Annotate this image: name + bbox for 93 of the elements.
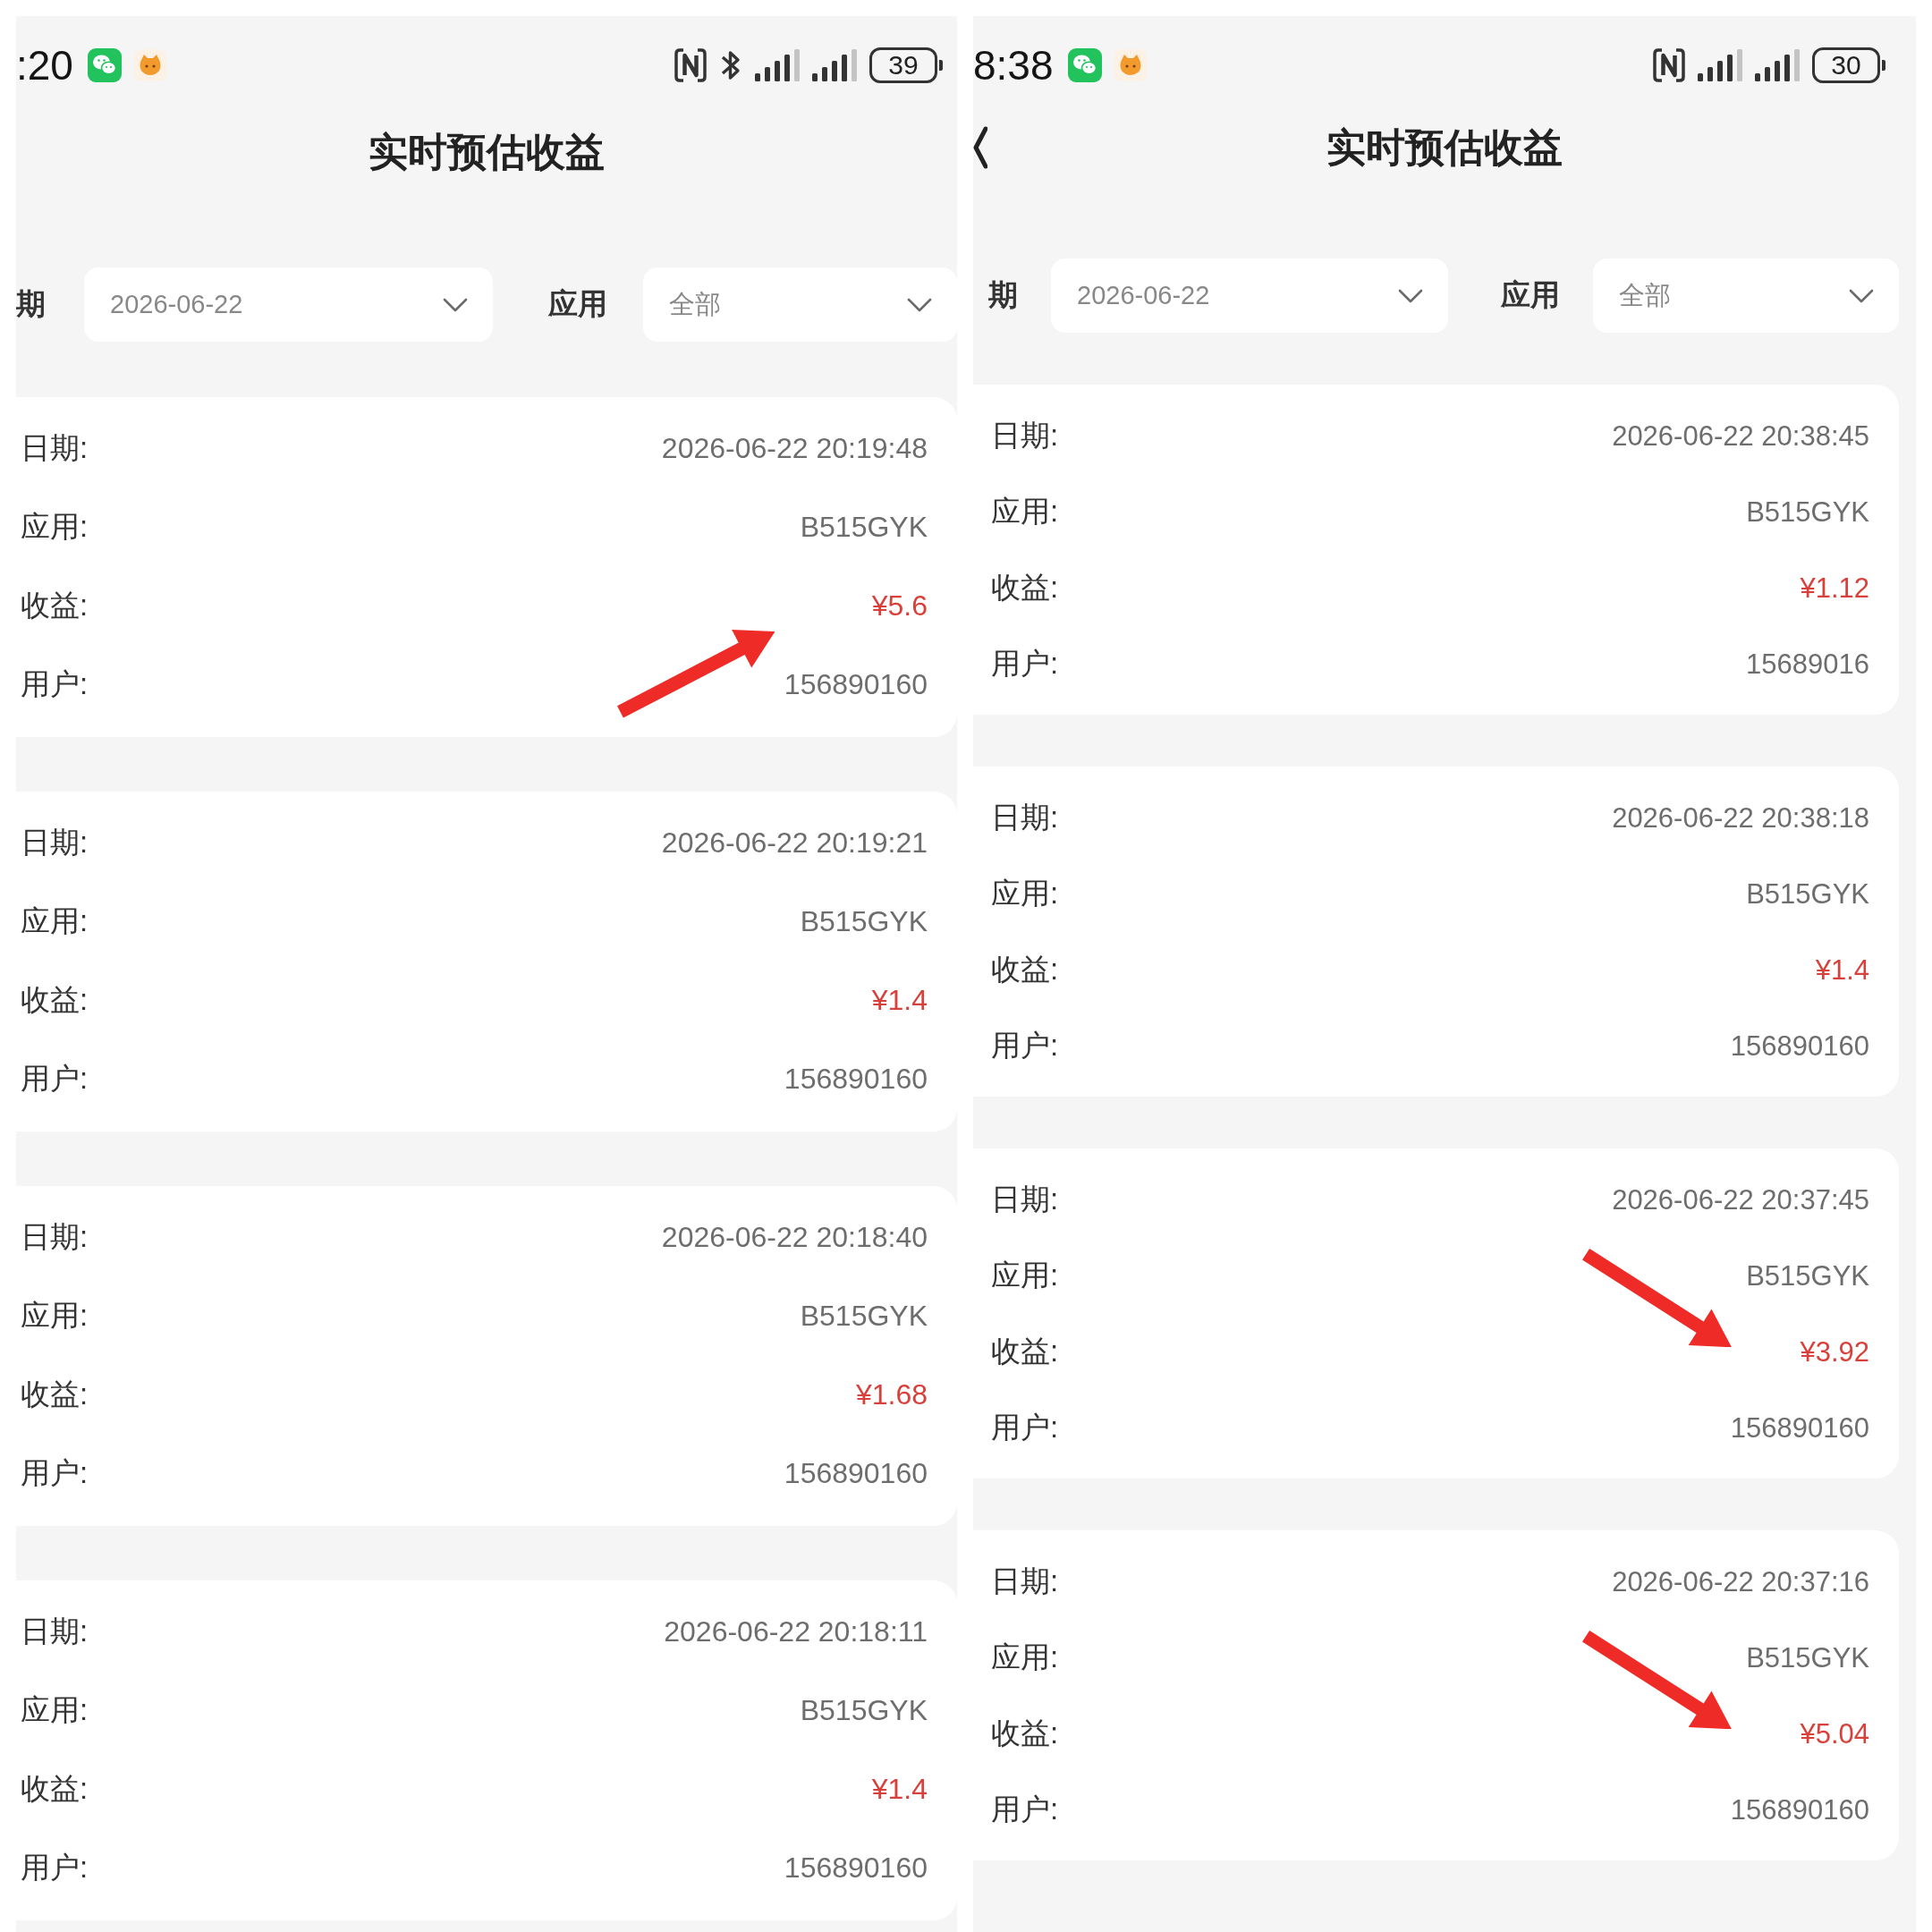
field-value: 2026-06-22 20:18:11 xyxy=(664,1614,928,1648)
status-time: :20 xyxy=(16,45,73,86)
battery-indicator: 39 xyxy=(869,47,943,83)
field-value: B515GYK xyxy=(800,510,928,544)
field-value: 2026-06-22 20:37:16 xyxy=(1612,1565,1869,1598)
signal-icon xyxy=(1698,49,1742,81)
chat-bubbles-icon xyxy=(1067,48,1102,82)
date-dropdown[interactable]: 2026-06-22 xyxy=(1051,258,1448,333)
field-value: 156890160 xyxy=(784,1851,928,1885)
field-label: 应用: xyxy=(991,494,1059,530)
field-value: 2026-06-22 20:37:45 xyxy=(1612,1183,1869,1216)
field-value: B515GYK xyxy=(1746,1259,1869,1292)
nfc-icon xyxy=(1653,47,1685,83)
battery-indicator: 30 xyxy=(1812,47,1885,83)
field-value: B515GYK xyxy=(1746,496,1869,529)
field-label: 日期: xyxy=(21,824,89,860)
field-value: 15689016 xyxy=(1746,648,1869,681)
field-label: 收益: xyxy=(991,1716,1059,1751)
field-label: 收益: xyxy=(21,587,89,623)
field-label: 日期: xyxy=(21,1218,89,1255)
back-icon[interactable] xyxy=(973,126,987,169)
field-value: B515GYK xyxy=(800,904,928,938)
signal-icon xyxy=(755,49,800,81)
field-label: 收益: xyxy=(21,981,89,1018)
status-time: 8:38 xyxy=(973,45,1054,86)
filter-label: 期 xyxy=(16,286,46,322)
field-value: 2026-06-22 20:19:48 xyxy=(661,431,928,465)
field-label: 日期: xyxy=(991,1563,1059,1599)
field-label: 收益: xyxy=(21,1770,89,1807)
field-label: 收益: xyxy=(21,1376,89,1412)
field-value: B515GYK xyxy=(800,1299,928,1333)
field-label: 用户: xyxy=(21,1849,89,1885)
field-label: 收益: xyxy=(991,1334,1059,1369)
field-value: 156890160 xyxy=(784,667,928,701)
field-value: 2026-06-22 20:18:40 xyxy=(661,1220,928,1254)
field-value: 156890160 xyxy=(1730,1793,1869,1826)
field-label: 收益: xyxy=(991,570,1059,606)
field-label: 用户: xyxy=(991,1410,1059,1445)
income-amount: ¥1.4 xyxy=(871,1772,928,1806)
income-amount: ¥3.92 xyxy=(1800,1335,1869,1368)
field-label: 用户: xyxy=(991,1028,1059,1063)
field-value: B515GYK xyxy=(800,1693,928,1727)
field-label: 日期: xyxy=(21,429,89,466)
chevron-down-icon xyxy=(1849,288,1874,303)
field-value: B515GYK xyxy=(1746,1641,1869,1674)
field-value: 156890160 xyxy=(784,1062,928,1096)
field-value: 156890160 xyxy=(1730,1411,1869,1445)
field-label: 用户: xyxy=(21,1454,89,1491)
field-label: 应用: xyxy=(21,902,89,939)
chevron-down-icon xyxy=(907,297,932,312)
app-icon xyxy=(133,49,166,81)
income-amount: ¥1.4 xyxy=(871,983,928,1017)
field-label: 日期: xyxy=(991,800,1059,835)
field-label: 用户: xyxy=(21,665,89,702)
chevron-down-icon xyxy=(443,297,468,312)
page-title: 实时预估收益 xyxy=(1326,123,1563,171)
field-label: 应用: xyxy=(21,508,89,545)
filter-label: 应用 xyxy=(548,286,607,322)
field-value: 2026-06-22 20:38:18 xyxy=(1612,801,1869,835)
income-amount: ¥5.6 xyxy=(871,589,928,623)
field-value: 2026-06-22 20:38:45 xyxy=(1612,419,1869,453)
field-value: 156890160 xyxy=(784,1456,928,1490)
income-amount: ¥1.68 xyxy=(855,1377,928,1411)
signal-icon xyxy=(1755,49,1800,81)
app-icon xyxy=(1114,49,1147,81)
chat-bubbles-icon xyxy=(87,48,122,82)
field-label: 日期: xyxy=(991,1182,1059,1217)
field-label: 应用: xyxy=(991,876,1059,911)
date-dropdown[interactable]: 2026-06-22 xyxy=(84,267,493,342)
income-amount: ¥1.4 xyxy=(1815,953,1869,987)
field-value: 2026-06-22 20:19:21 xyxy=(661,826,928,860)
field-label: 应用: xyxy=(991,1258,1059,1293)
field-label: 应用: xyxy=(991,1640,1059,1675)
field-label: 收益: xyxy=(991,952,1059,987)
filter-label: 应用 xyxy=(1501,277,1560,313)
field-value: B515GYK xyxy=(1746,877,1869,911)
field-label: 应用: xyxy=(21,1691,89,1728)
page-title: 实时预估收益 xyxy=(369,128,605,175)
field-label: 日期: xyxy=(21,1613,89,1649)
filter-label: 期 xyxy=(988,277,1018,313)
chevron-down-icon xyxy=(1398,288,1423,303)
app-dropdown[interactable]: 全部 xyxy=(643,267,957,342)
field-label: 用户: xyxy=(991,646,1059,682)
nfc-icon xyxy=(674,47,707,83)
app-dropdown[interactable]: 全部 xyxy=(1593,258,1899,333)
field-label: 用户: xyxy=(21,1060,89,1097)
field-label: 日期: xyxy=(991,418,1059,453)
signal-icon xyxy=(812,49,857,81)
income-amount: ¥5.04 xyxy=(1800,1717,1869,1750)
field-label: 应用: xyxy=(21,1297,89,1334)
field-label: 用户: xyxy=(991,1792,1059,1827)
income-amount: ¥1.12 xyxy=(1800,572,1869,605)
field-value: 156890160 xyxy=(1730,1030,1869,1063)
